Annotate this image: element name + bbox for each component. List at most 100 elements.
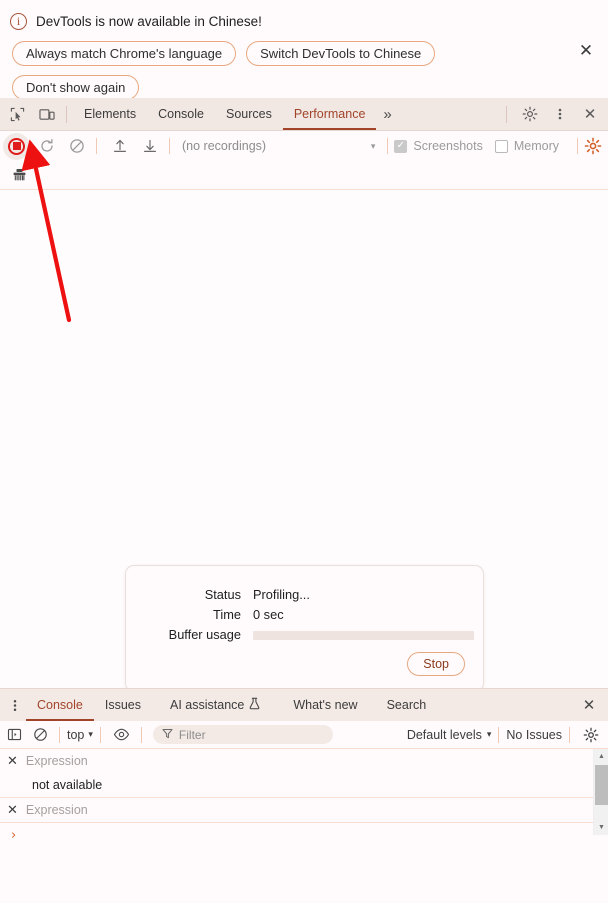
console-context-selector[interactable]: top ▾ [67,728,93,742]
memory-checkbox[interactable]: Memory [494,139,559,153]
scrollbar-thumb[interactable] [595,765,608,805]
drawer-tab-issues-label: Issues [104,698,142,712]
stop-recording-button[interactable]: Stop [407,652,465,676]
console-toolbar: top ▾ Filter Default levels ▾ No Issues [0,721,608,749]
perf-toolbar-divider-3 [387,138,389,154]
devtools-window: i DevTools is now available in Chinese! … [0,0,608,903]
capture-settings-gear-icon[interactable] [584,137,602,155]
buffer-usage-label: Buffer usage [168,627,241,642]
perf-toolbar-divider-1 [96,138,97,154]
status-label: Status [204,587,241,602]
live-expression-row[interactable]: ✕ Expression [0,749,608,773]
console-scrollbar[interactable]: ▲ ▼ [593,749,608,835]
drawer-tab-ai-assistance[interactable]: AI assistance [152,689,271,721]
performance-secondary-toolbar [0,161,608,190]
prompt-caret-icon: › [11,827,17,843]
live-expression-placeholder: Expression [25,803,88,817]
performance-toolbar: (no recordings) ▾ Screenshots Memory [0,131,608,161]
tab-performance[interactable]: Performance [283,98,377,130]
drawer-close-icon[interactable]: ✕ [575,691,603,719]
drawer-tab-search[interactable]: Search [369,689,438,721]
screenshots-label: Screenshots [413,139,483,153]
console-toolbar-divider-3 [140,726,142,743]
always-match-chrome-language-button[interactable]: Always match Chrome's language [12,41,237,66]
console-toolbar-right: Default levels ▾ No Issues [407,723,608,747]
recordings-chevron-down-icon[interactable]: ▾ [371,141,382,152]
clear-recording-icon[interactable] [63,133,90,160]
create-live-expression-icon[interactable] [110,723,134,747]
banner-message-row: i DevTools is now available in Chinese! [10,13,262,30]
reload-and-record-icon[interactable] [33,133,60,160]
load-profile-icon[interactable] [106,133,133,160]
clear-icon[interactable] [6,162,33,189]
time-value: 0 sec [253,607,284,622]
drawer-tab-issues[interactable]: Issues [94,689,152,721]
device-toolbar-icon[interactable] [34,101,60,127]
status-fields: Status Profiling... Time 0 sec Buffer us… [126,587,483,642]
recording-status-dialog: Status Profiling... Time 0 sec Buffer us… [125,565,484,692]
perf-toolbar-divider-2 [169,138,170,154]
banner-title: DevTools is now available in Chinese! [36,14,262,29]
perf-toolbar-divider-4 [577,138,578,154]
scroll-down-icon[interactable]: ▼ [594,820,608,835]
record-stop-icon[interactable] [3,132,30,160]
inspect-element-icon[interactable] [4,101,30,127]
console-settings-gear-icon[interactable] [579,723,603,747]
console-toolbar-divider-1 [59,726,60,743]
console-levels-value: Default levels [406,727,482,742]
experiment-flask-icon [249,697,260,713]
banner-actions: Always match Chrome's language Switch De… [12,41,482,100]
filter-icon [162,726,173,744]
tab-elements[interactable]: Elements [73,98,147,130]
console-filter-placeholder: Filter [178,727,206,742]
remove-live-expression-icon[interactable]: ✕ [7,803,18,818]
info-icon: i [10,13,27,30]
more-tabs-icon[interactable]: » [376,98,398,130]
console-context-value: top [67,727,85,742]
localization-banner: i DevTools is now available in Chinese! … [0,0,608,100]
dont-show-again-button[interactable]: Don't show again [12,75,140,100]
console-prompt[interactable]: › [0,823,608,847]
tab-sources[interactable]: Sources [215,98,283,130]
buffer-usage-bar [253,631,474,640]
live-expression-value: not available [32,778,103,792]
drawer-more-options-icon[interactable] [4,698,26,713]
performance-timeline-panel: Status Profiling... Time 0 sec Buffer us… [0,190,608,692]
console-sidebar-icon[interactable] [2,723,26,747]
drawer-tab-search-label: Search [386,698,427,712]
close-devtools-icon[interactable]: ✕ [577,101,603,127]
time-label: Time [213,607,241,622]
clear-console-icon[interactable] [28,723,52,747]
tabbar-divider [66,105,67,123]
console-toolbar-divider-5 [569,726,570,743]
console-toolbar-divider-4 [498,726,500,743]
remove-live-expression-icon[interactable]: ✕ [7,754,18,769]
screenshots-checkbox[interactable]: Screenshots [394,139,483,153]
scroll-up-icon[interactable]: ▲ [594,749,608,764]
banner-close-icon[interactable]: ✕ [574,39,598,63]
status-value: Profiling... [253,587,310,602]
drawer-tab-bar: Console Issues AI assistance What's new … [0,688,608,721]
console-toolbar-divider-2 [99,726,101,743]
gear-icon[interactable] [517,101,543,127]
no-issues-status[interactable]: No Issues [506,728,562,742]
tabbar-right-divider [506,105,507,123]
drawer-tab-ai-assistance-label: AI assistance [170,698,245,712]
recordings-select-value[interactable]: (no recordings) [182,139,266,153]
levels-chevron-down-icon: ▾ [486,729,492,739]
main-tab-bar: Elements Console Sources Performance » ✕ [0,98,608,131]
console-filter-input[interactable]: Filter [152,725,333,744]
live-expression-row[interactable]: ✕ Expression [0,798,608,822]
tabbar-right-actions: ✕ [500,101,608,127]
buffer-usage-bar-wrap [253,627,483,642]
live-expression-placeholder: Expression [25,754,88,768]
console-levels-selector[interactable]: Default levels ▾ [407,728,492,742]
more-options-icon[interactable] [547,101,573,127]
drawer-tab-console[interactable]: Console [26,689,94,721]
switch-devtools-to-chinese-button[interactable]: Switch DevTools to Chinese [246,41,436,66]
save-profile-icon[interactable] [136,133,163,160]
tab-console[interactable]: Console [147,98,215,130]
drawer-tab-whats-new[interactable]: What's new [271,689,368,721]
memory-checkbox-box [494,139,508,153]
chevron-down-icon: ▾ [88,729,93,739]
